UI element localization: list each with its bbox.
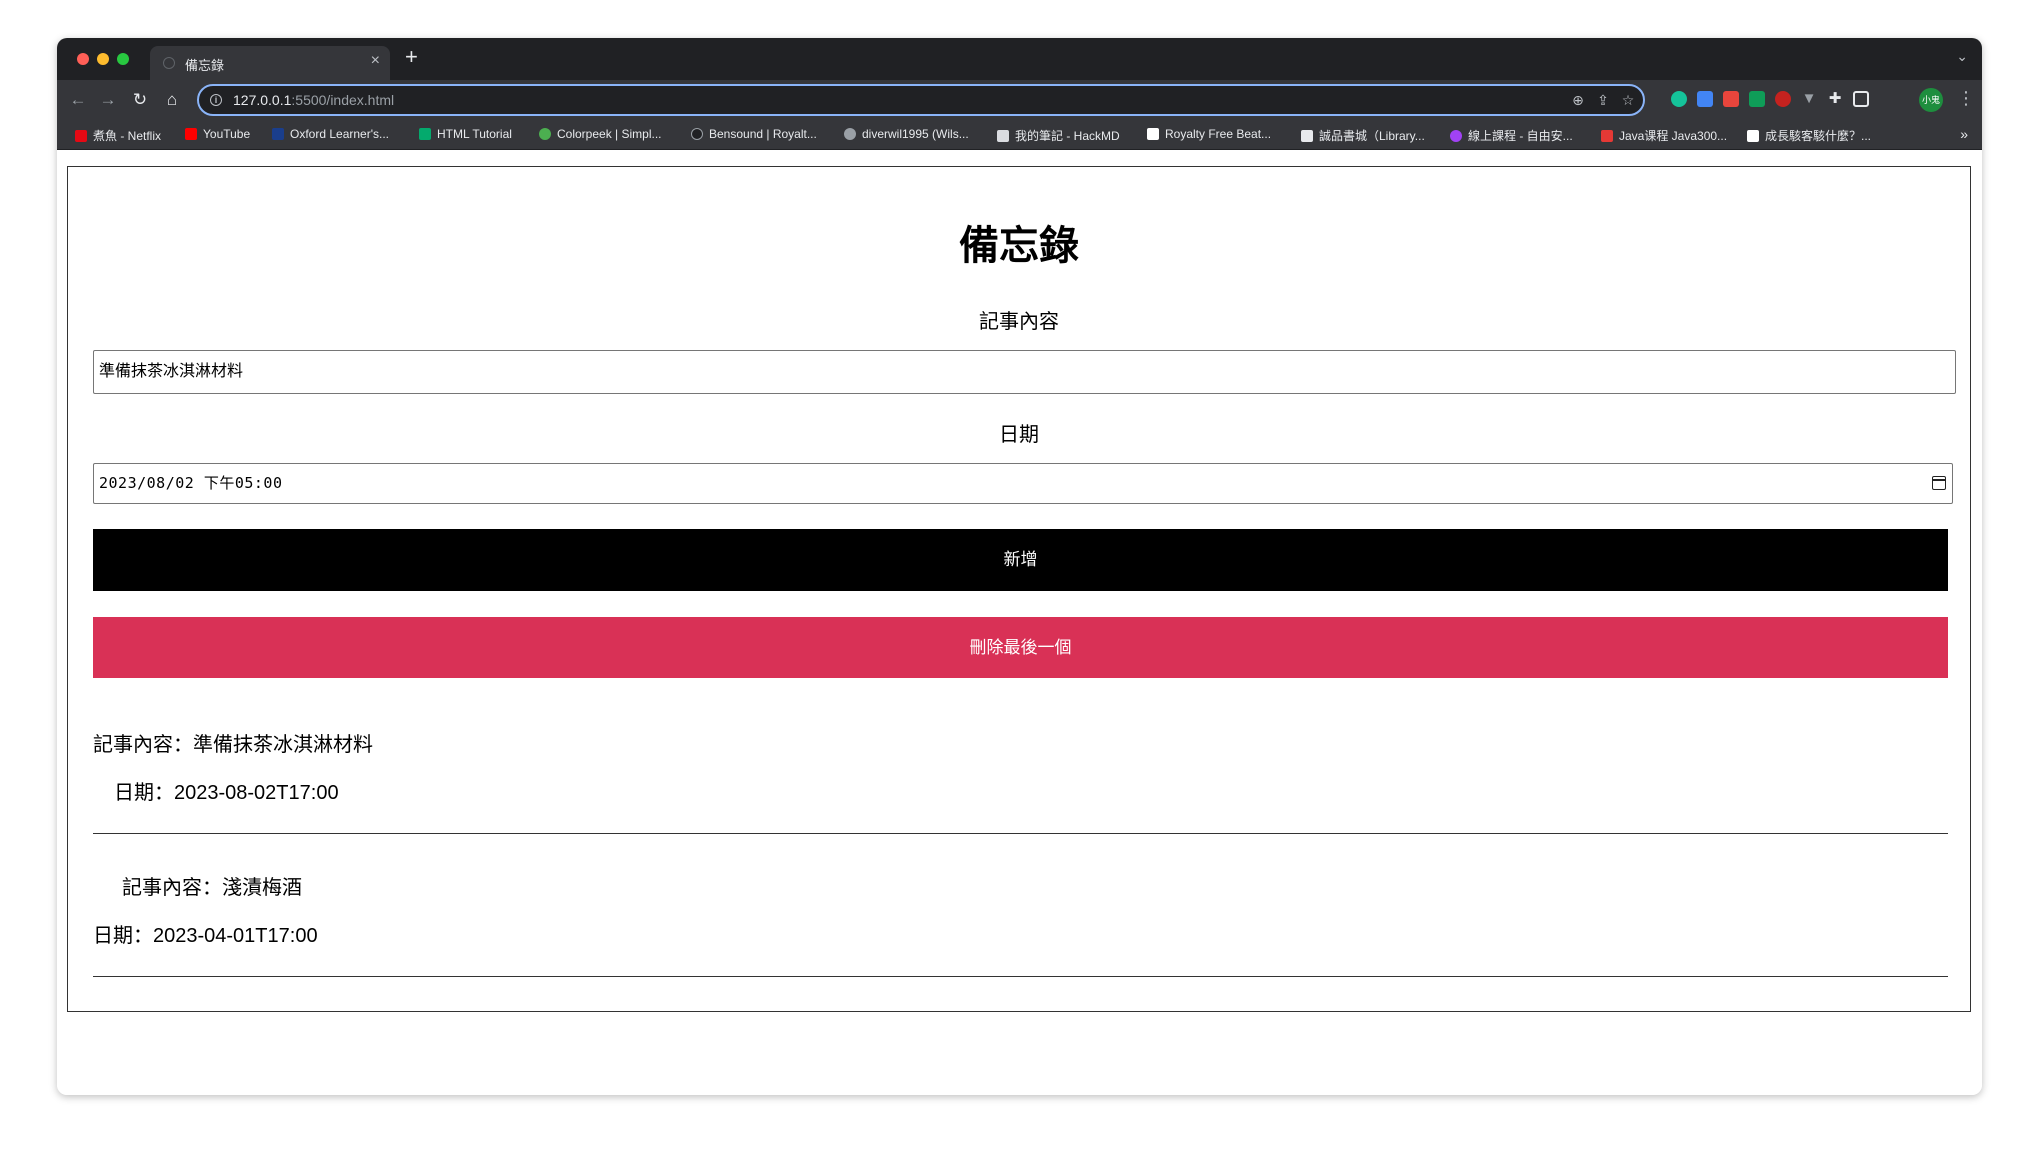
hackmd-icon bbox=[997, 130, 1009, 142]
youtube-icon bbox=[185, 128, 197, 140]
colorpeek-icon bbox=[539, 128, 551, 140]
window-maximize-button[interactable] bbox=[117, 53, 129, 65]
new-tab-button[interactable]: + bbox=[405, 44, 418, 70]
bookmarks-bar: 煮魚 - Netflix YouTube Oxford Learner's...… bbox=[57, 120, 1982, 150]
bookmark-online-course[interactable]: 線上課程 - 自由安... bbox=[1450, 127, 1573, 143]
star-icon[interactable]: ☆ bbox=[1619, 91, 1637, 109]
url-text: 127.0.0.1:5500/index.html bbox=[233, 92, 395, 108]
share-icon[interactable]: ⇪ bbox=[1594, 91, 1612, 109]
memo-date: 日期：2023-08-02T17:00 bbox=[114, 782, 339, 804]
address-bar[interactable]: i 127.0.0.1:5500/index.html ⊕ ⇪ ☆ bbox=[197, 84, 1645, 116]
green-extension-icon[interactable] bbox=[1749, 91, 1765, 107]
content-label: 記事內容 bbox=[979, 311, 1059, 333]
bookmark-growth-hacker[interactable]: 成長駭客駭什麼？... bbox=[1747, 127, 1871, 143]
menu-icon[interactable]: ⋮ bbox=[1957, 88, 1975, 109]
bookmark-bensound[interactable]: Bensound | Royalt... bbox=[691, 127, 817, 143]
memo-app-container: 備忘錄 記事內容 準備抹茶冰淇淋材料 日期 2023/08/02 下午05:00… bbox=[67, 166, 1971, 1012]
bookmark-youtube[interactable]: YouTube bbox=[185, 127, 250, 143]
gear-extension-icon[interactable] bbox=[1775, 91, 1791, 107]
calendar-icon[interactable] bbox=[1932, 476, 1946, 490]
tab-title: 備忘錄 bbox=[185, 58, 225, 73]
date-input[interactable]: 2023/08/02 下午05:00 bbox=[93, 463, 1953, 504]
eslite-icon bbox=[1301, 130, 1313, 142]
translate-icon[interactable] bbox=[1697, 91, 1713, 107]
royalty-free-icon bbox=[1147, 128, 1159, 140]
course-icon bbox=[1450, 130, 1462, 142]
window-minimize-button[interactable] bbox=[97, 53, 109, 65]
back-icon[interactable]: ← bbox=[67, 89, 89, 111]
w3schools-icon bbox=[419, 128, 431, 140]
content-input[interactable]: 準備抹茶冰淇淋材料 bbox=[93, 350, 1956, 394]
forward-icon[interactable]: → bbox=[97, 89, 119, 111]
java-course-icon bbox=[1601, 130, 1613, 142]
toolbar: ← → ↻ ⌂ i 127.0.0.1:5500/index.html ⊕ ⇪ … bbox=[57, 80, 1982, 120]
tab-close-icon[interactable]: × bbox=[371, 52, 380, 70]
bookmark-eslite[interactable]: 誠品書城（Library... bbox=[1301, 127, 1425, 143]
add-button[interactable]: 新增 bbox=[93, 529, 1948, 591]
globe-icon bbox=[163, 57, 175, 69]
github-icon bbox=[844, 128, 856, 140]
side-panel-icon[interactable] bbox=[1853, 91, 1869, 107]
page-viewport: 備忘錄 記事內容 準備抹茶冰淇淋材料 日期 2023/08/02 下午05:00… bbox=[57, 150, 1982, 1095]
home-icon[interactable]: ⌂ bbox=[161, 89, 183, 111]
bookmark-java-course[interactable]: Java课程 Java300... bbox=[1601, 127, 1727, 143]
bookmark-royalty-free[interactable]: Royalty Free Beat... bbox=[1147, 127, 1271, 143]
memo-divider bbox=[93, 976, 1948, 977]
date-input-value: 2023/08/02 下午05:00 bbox=[99, 474, 283, 492]
tab-strip: 備忘錄 × + ⌄ bbox=[57, 38, 1982, 80]
puzzle-icon[interactable]: ✚ bbox=[1827, 91, 1843, 107]
delete-last-button[interactable]: 刪除最後一個 bbox=[93, 617, 1948, 678]
netflix-icon bbox=[75, 130, 87, 142]
tab-search-icon[interactable]: ⌄ bbox=[1956, 48, 1968, 65]
memo-date: 日期：2023-04-01T17:00 bbox=[93, 925, 318, 947]
memo-divider bbox=[93, 833, 1948, 834]
tab-active[interactable]: 備忘錄 × bbox=[150, 46, 390, 80]
bookmark-oxford[interactable]: Oxford Learner's... bbox=[272, 127, 389, 143]
bookmark-colorpeek[interactable]: Colorpeek | Simpl... bbox=[539, 127, 662, 143]
grammarly-icon[interactable] bbox=[1671, 91, 1687, 107]
bookmark-github[interactable]: diverwil1995 (Wils... bbox=[844, 127, 969, 143]
medium-icon bbox=[1747, 130, 1759, 142]
bookmark-netflix[interactable]: 煮魚 - Netflix bbox=[75, 127, 161, 143]
bensound-icon bbox=[691, 128, 703, 140]
oxford-icon bbox=[272, 128, 284, 140]
window-close-button[interactable] bbox=[77, 53, 89, 65]
page-title: 備忘錄 bbox=[959, 224, 1079, 268]
vue-devtools-icon[interactable]: ▼ bbox=[1801, 91, 1817, 107]
memo-content: 記事內容：淺漬梅酒 bbox=[122, 877, 302, 899]
bookmarks-more-icon[interactable]: » bbox=[1960, 126, 1968, 142]
reload-icon[interactable]: ↻ bbox=[129, 89, 151, 111]
bookmark-hackmd[interactable]: 我的筆記 - HackMD bbox=[997, 127, 1120, 143]
red-extension-icon[interactable] bbox=[1723, 91, 1739, 107]
memo-content: 記事內容：準備抹茶冰淇淋材料 bbox=[93, 734, 373, 756]
bookmark-html-tutorial[interactable]: HTML Tutorial bbox=[419, 127, 512, 143]
zoom-icon[interactable]: ⊕ bbox=[1569, 91, 1587, 109]
date-label: 日期 bbox=[999, 424, 1039, 446]
browser-window: 備忘錄 × + ⌄ ← → ↻ ⌂ i 127.0.0.1:5500/index… bbox=[57, 38, 1982, 1095]
avatar[interactable]: 小鬼 bbox=[1919, 88, 1943, 112]
site-info-icon[interactable]: i bbox=[210, 94, 222, 106]
